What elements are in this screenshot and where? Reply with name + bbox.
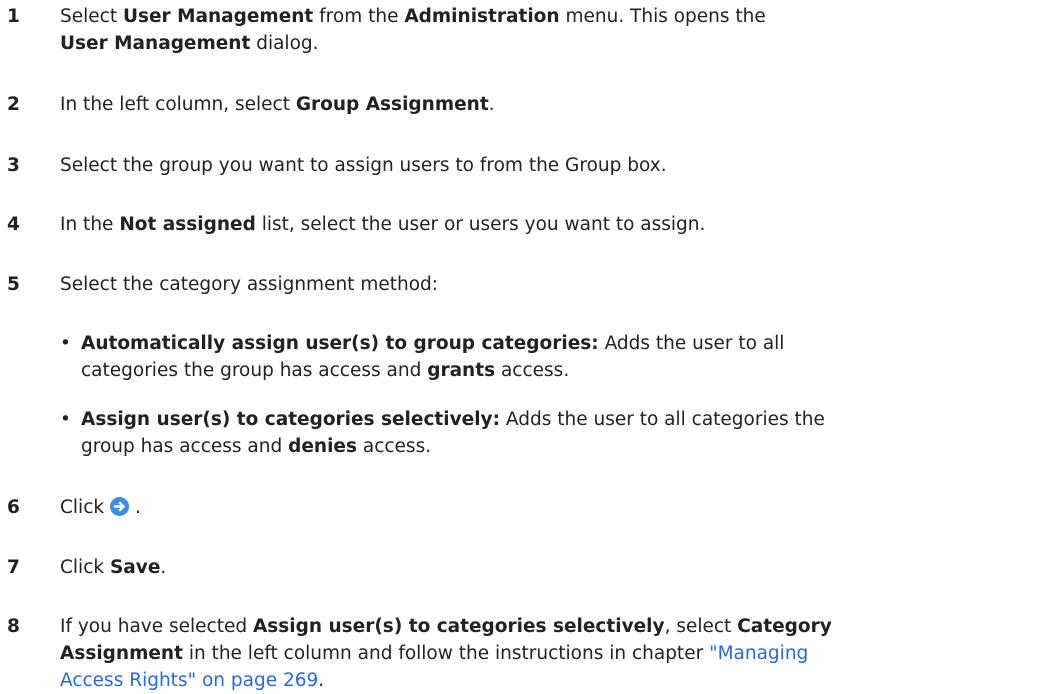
text-run: In the left column, select bbox=[60, 94, 296, 115]
text-run: in the left column and follow the instru… bbox=[182, 643, 710, 664]
text-run: . bbox=[488, 94, 495, 115]
emphasis: grants bbox=[427, 360, 496, 381]
step-text: In the left column, select Group Assignm… bbox=[60, 91, 1060, 118]
text-run: Adds the user to all categories the bbox=[500, 409, 825, 430]
step-text: Select User Management from the Administ… bbox=[60, 3, 1060, 57]
step-number: 3 bbox=[7, 155, 20, 176]
procedure-document: 1 Select User Management from the Admini… bbox=[0, 0, 1064, 694]
step-text: Select the group you want to assign user… bbox=[60, 155, 667, 176]
step-number: 2 bbox=[7, 94, 20, 115]
text-run: access. bbox=[495, 360, 570, 381]
chapter-link[interactable]: "Managing bbox=[709, 643, 808, 664]
text-run: group has access and bbox=[81, 436, 289, 457]
text-run: , select bbox=[664, 616, 738, 637]
emphasis: denies bbox=[288, 436, 357, 457]
chapter-link[interactable]: Access Rights" on page 269 bbox=[60, 670, 318, 691]
step-number: 1 bbox=[7, 6, 20, 27]
ui-term: Assignment bbox=[60, 643, 183, 664]
text-run: In the bbox=[60, 214, 120, 235]
ui-term: Group Assignment bbox=[295, 94, 489, 115]
step-text: In the Not assigned list, select the use… bbox=[60, 211, 1060, 238]
ui-term: User Management bbox=[122, 6, 314, 27]
ui-term: Save bbox=[109, 557, 161, 578]
arrow-right-circle-icon bbox=[110, 497, 130, 516]
option-name: Automatically assign user(s) to group ca… bbox=[81, 333, 599, 354]
bullet-icon: • bbox=[60, 409, 71, 430]
bullet-icon: • bbox=[60, 333, 71, 354]
ui-term: Not assigned bbox=[119, 214, 256, 235]
bullet-text: Automatically assign user(s) to group ca… bbox=[81, 330, 1064, 384]
option-name: Assign user(s) to categories selectively bbox=[252, 616, 665, 637]
step-number: 6 bbox=[7, 497, 20, 518]
step-number: 8 bbox=[7, 616, 20, 637]
text-run: Click bbox=[60, 497, 105, 518]
text-run: . bbox=[318, 670, 325, 691]
step-number: 5 bbox=[7, 274, 20, 295]
step-text: Click Save. bbox=[60, 554, 1060, 581]
text-run: access. bbox=[356, 436, 432, 457]
bullet-text: Assign user(s) to categories selectively… bbox=[81, 406, 1064, 460]
text-run: list, select the user or users you want … bbox=[255, 214, 706, 235]
step-number: 4 bbox=[7, 214, 20, 235]
text-run: categories the group has access and bbox=[81, 360, 428, 381]
text-run: If you have selected bbox=[60, 616, 253, 637]
step-text: If you have selected Assign user(s) to c… bbox=[60, 613, 1060, 694]
text-run: Click bbox=[60, 557, 110, 578]
ui-term: User Management bbox=[60, 33, 251, 54]
step-text: Click. bbox=[60, 494, 1060, 521]
ui-term: Administration bbox=[404, 6, 560, 27]
step-text: Select the category assignment method: bbox=[60, 274, 438, 295]
step-number: 7 bbox=[7, 557, 20, 578]
text-run: . bbox=[135, 497, 141, 518]
text-run: dialog. bbox=[250, 33, 319, 54]
text-run: . bbox=[160, 557, 167, 578]
text-run: Adds the user to all bbox=[598, 333, 785, 354]
text-run: menu. This opens the bbox=[559, 6, 766, 27]
ui-term: Category bbox=[737, 616, 832, 637]
text-run: from the bbox=[313, 6, 405, 27]
text-run: Select bbox=[60, 6, 123, 27]
option-name: Assign user(s) to categories selectively… bbox=[81, 409, 501, 430]
